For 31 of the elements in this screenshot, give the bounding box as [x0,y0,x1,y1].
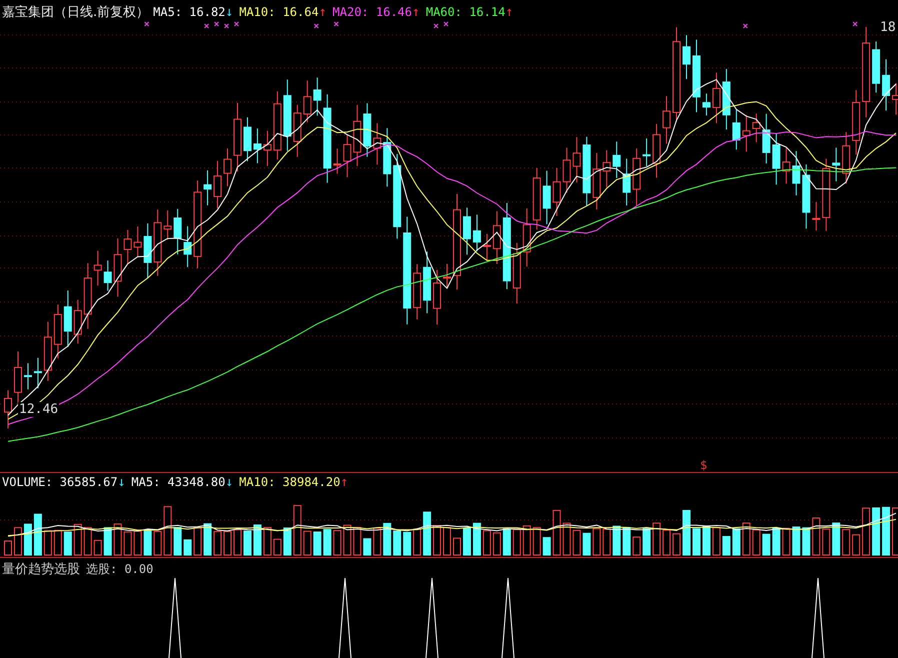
trend-arrow: ↑ [318,5,327,20]
average-reading: MA10: 16.64 [239,5,319,19]
cross-marker-icon [443,21,449,27]
trend-arrow: ↓ [118,475,126,490]
cross-marker-icon [433,23,439,29]
cross-marker-icon [224,23,230,29]
trend-arrow: ↓ [225,5,234,20]
trend-arrow: ↓ [225,475,234,490]
volume-reading: VOLUME: 36585.67 [2,475,118,489]
trend-arrow: ↑ [505,5,514,20]
cross-marker-icon [852,21,858,27]
volume-reading: MA5: 43348.80 [131,475,226,489]
indicator-reading: 选股: 0.00 [86,561,154,578]
price-label: 12.46 [18,402,60,417]
cross-marker-icon [742,23,748,29]
indicator-title: 量价趋势选股 [2,561,80,578]
cross-marker-icon [144,21,150,27]
trend-arrow: ↑ [412,5,420,20]
cross-marker-icon [214,21,220,27]
signal-mark: $ [700,458,708,472]
chart-title: 嘉宝集团（日线.前复权） [2,4,150,21]
average-reading: MA20: 16.46 [332,5,412,19]
cross-marker-icon [204,23,210,29]
trend-arrow: ↑ [340,475,348,490]
average-reading: MA60: 16.14 [426,5,506,19]
price-label: 18 [880,20,896,35]
volume-reading: MA10: 38984.20 [239,475,340,489]
cross-marker-icon [234,21,240,27]
average-reading: MA5: 16.82 [153,5,226,19]
cross-marker-icon [334,21,339,27]
cross-marker-icon [314,23,319,29]
